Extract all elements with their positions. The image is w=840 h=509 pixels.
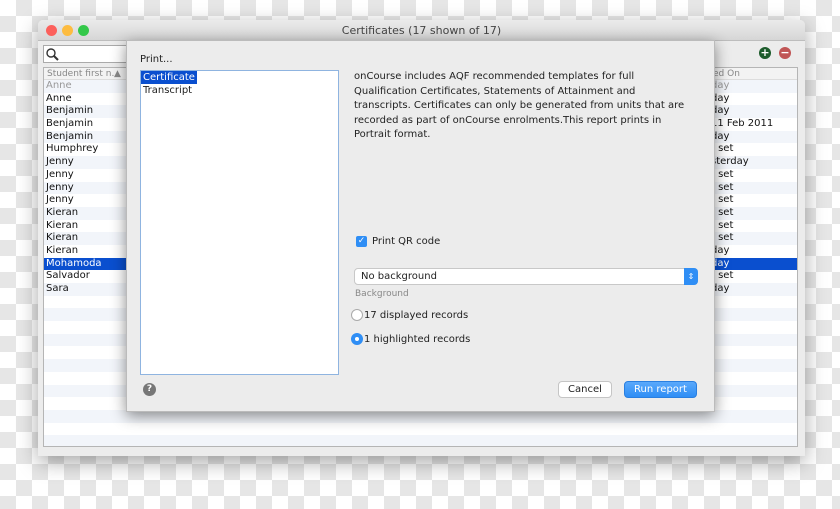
cell-first-name: Jenny bbox=[46, 168, 74, 180]
help-icon[interactable]: ? bbox=[143, 383, 156, 396]
radio-label: 17 displayed records bbox=[364, 309, 469, 321]
print-dialog: Print... Certificate Transcript onCourse… bbox=[126, 40, 715, 412]
cell-first-name: Benjamin bbox=[46, 118, 94, 130]
qr-checkbox[interactable]: ✓ Print QR code bbox=[356, 236, 440, 247]
background-label: Background bbox=[355, 289, 409, 299]
background-value: No background bbox=[361, 271, 437, 282]
cell-first-name: Jenny bbox=[46, 156, 74, 168]
search-input[interactable] bbox=[43, 45, 133, 63]
template-item[interactable]: Certificate bbox=[141, 71, 197, 84]
run-report-button[interactable]: Run report bbox=[624, 381, 697, 398]
radio-selected-icon bbox=[351, 333, 363, 345]
cell-first-name: Benjamin bbox=[46, 130, 94, 142]
column-date[interactable]: ed On bbox=[713, 68, 740, 80]
cell-first-name: Kieran bbox=[46, 219, 79, 231]
qr-label: Print QR code bbox=[372, 236, 441, 247]
cell-first-name: Salvador bbox=[46, 270, 90, 282]
template-description: onCourse includes AQF recommended templa… bbox=[354, 71, 685, 140]
sort-ascending-icon: ▲ bbox=[114, 69, 121, 79]
cell-first-name: Sara bbox=[46, 283, 69, 294]
zoom-button[interactable] bbox=[78, 25, 89, 36]
close-button[interactable] bbox=[46, 25, 57, 36]
add-button[interactable]: + bbox=[759, 47, 771, 59]
cell-first-name: Jenny bbox=[46, 181, 74, 193]
minimize-button[interactable] bbox=[62, 25, 73, 36]
cell-first-name: Humphrey bbox=[46, 143, 99, 155]
cell-date: 11 Feb 2011 bbox=[711, 118, 774, 130]
radio-highlighted-records[interactable]: 1 highlighted records bbox=[351, 333, 470, 345]
checkbox-checked-icon: ✓ bbox=[356, 236, 367, 247]
cell-first-name: Anne bbox=[46, 92, 72, 104]
cell-first-name: Kieran bbox=[46, 232, 79, 244]
cell-first-name: Mohamoda bbox=[46, 257, 102, 269]
empty-row bbox=[44, 423, 797, 436]
title-bar: Certificates (17 shown of 17) bbox=[38, 20, 805, 41]
cell-first-name: Anne bbox=[46, 80, 72, 91]
cell-first-name: Kieran bbox=[46, 206, 79, 218]
cell-first-name: Kieran bbox=[46, 244, 79, 256]
radio-label: 1 highlighted records bbox=[364, 333, 471, 345]
radio-unselected-icon bbox=[351, 309, 363, 321]
window-title: Certificates (17 shown of 17) bbox=[341, 24, 502, 37]
print-label: Print... bbox=[140, 54, 173, 65]
cell-date: sterday bbox=[711, 156, 749, 168]
radio-displayed-records[interactable]: 17 displayed records bbox=[351, 309, 468, 321]
template-item[interactable]: Transcript bbox=[141, 84, 194, 97]
template-list[interactable]: Certificate Transcript bbox=[140, 70, 339, 375]
search-icon bbox=[46, 48, 59, 61]
cell-first-name: Benjamin bbox=[46, 105, 94, 117]
background-select[interactable]: No background ⇕ bbox=[354, 268, 698, 285]
empty-row bbox=[44, 435, 797, 446]
select-arrows-icon: ⇕ bbox=[684, 268, 698, 285]
column-student-first-name[interactable]: Student first n... bbox=[47, 69, 120, 79]
cell-first-name: Jenny bbox=[46, 194, 74, 206]
cancel-button[interactable]: Cancel bbox=[558, 381, 612, 398]
remove-button[interactable]: − bbox=[779, 47, 791, 59]
